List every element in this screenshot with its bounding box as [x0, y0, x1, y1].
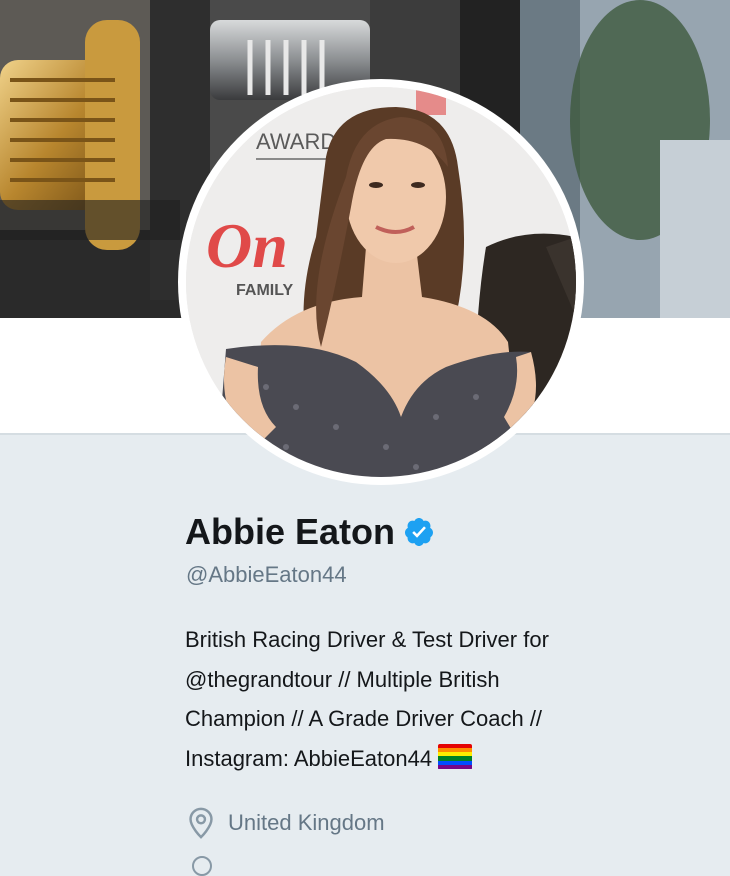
profile-name-row: Abbie Eaton [185, 508, 435, 556]
verified-badge-icon [403, 516, 435, 548]
location-text: United Kingdom [228, 810, 385, 835]
avatar-photo: AWARDS On FAMILY [186, 87, 576, 477]
bio-line: @thegrandtour // Multiple British [185, 666, 500, 692]
profile-bio: British Racing Driver & Test Driver for … [185, 620, 655, 778]
next-row-icon [192, 856, 212, 876]
bio-line: Instagram: AbbieEaton44 [185, 745, 433, 771]
profile-handle[interactable]: @AbbieEaton44 [186, 562, 347, 588]
backdrop-family-text: FAMILY [236, 282, 294, 299]
rainbow-flag-icon [438, 743, 473, 770]
profile-location: United Kingdom [186, 806, 385, 840]
avatar[interactable]: AWARDS On FAMILY [186, 87, 576, 477]
bio-line: Champion // A Grade Driver Coach // [185, 706, 543, 731]
bio-line-last: Instagram: AbbieEaton44 [185, 739, 655, 779]
profile-name[interactable]: Abbie Eaton [185, 511, 395, 553]
map-pin-icon [186, 807, 216, 839]
bio-line: British Racing Driver & Test Driver for [185, 627, 549, 652]
backdrop-logo-text: On [206, 210, 288, 281]
avatar-frame: AWARDS On FAMILY [178, 79, 584, 485]
